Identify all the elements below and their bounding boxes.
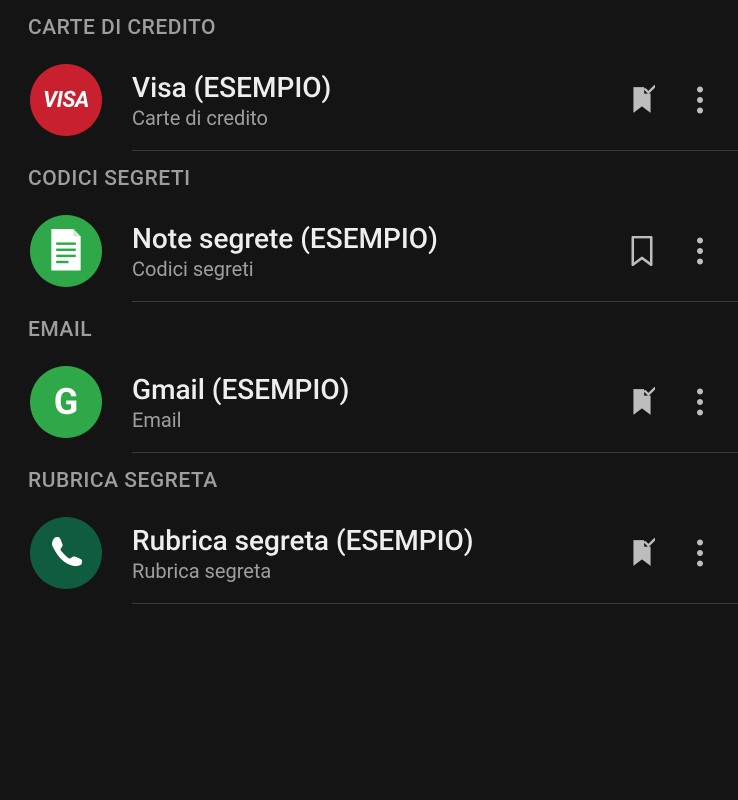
notes-icon [30,215,102,287]
item-subtitle: Rubrica segreta [132,559,616,583]
more-vert-icon[interactable] [682,384,718,420]
item-title: Rubrica segreta (ESEMPIO) [132,524,616,557]
item-actions [624,384,718,420]
item-text: Note segrete (ESEMPIO) Codici segreti [132,222,616,281]
item-title: Visa (ESEMPIO) [132,71,616,104]
bookmark-checked-icon[interactable] [624,535,660,571]
item-actions [624,233,718,269]
bookmark-outline-icon[interactable] [624,233,660,269]
item-subtitle: Carte di credito [132,106,616,130]
list-item[interactable]: Note segrete (ESEMPIO) Codici segreti [0,201,738,301]
more-vert-icon[interactable] [682,82,718,118]
gmail-icon: G [30,366,102,438]
item-text: Rubrica segreta (ESEMPIO) Rubrica segret… [132,524,616,583]
section-header-credit-cards: CARTE DI CREDITO [0,0,738,50]
divider [132,603,738,604]
list-item[interactable]: VISA Visa (ESEMPIO) Carte di credito [0,50,738,150]
item-text: Visa (ESEMPIO) Carte di credito [132,71,616,130]
item-subtitle: Codici segreti [132,257,616,281]
list-item[interactable]: G Gmail (ESEMPIO) Email [0,352,738,452]
list-item[interactable]: Rubrica segreta (ESEMPIO) Rubrica segret… [0,503,738,603]
section-header-secret-contacts: RUBRICA SEGRETA [0,453,738,503]
item-title: Gmail (ESEMPIO) [132,373,616,406]
section-header-email: EMAIL [0,302,738,352]
item-subtitle: Email [132,408,616,432]
item-actions [624,82,718,118]
item-text: Gmail (ESEMPIO) Email [132,373,616,432]
item-actions [624,535,718,571]
bookmark-checked-icon[interactable] [624,384,660,420]
more-vert-icon[interactable] [682,535,718,571]
visa-icon: VISA [30,64,102,136]
section-header-secret-codes: CODICI SEGRETI [0,151,738,201]
bookmark-checked-icon[interactable] [624,82,660,118]
more-vert-icon[interactable] [682,233,718,269]
item-title: Note segrete (ESEMPIO) [132,222,616,255]
phone-icon [30,517,102,589]
